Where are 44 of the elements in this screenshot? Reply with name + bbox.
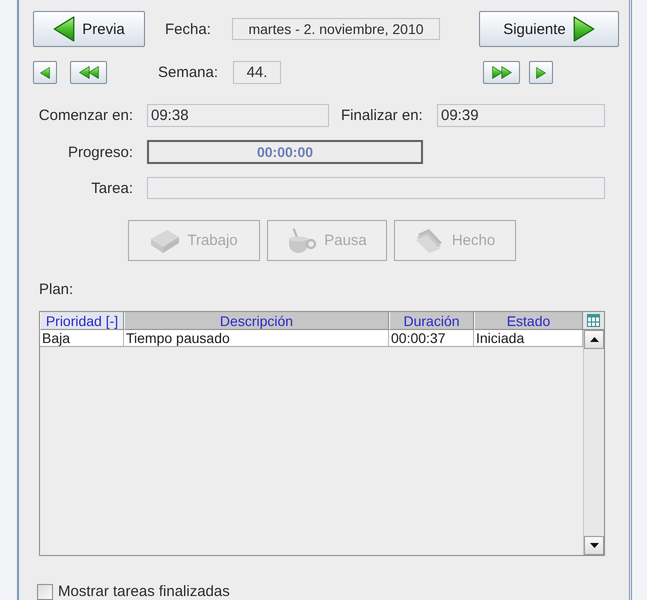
double-arrow-right-icon [492, 66, 512, 79]
caret-down-icon [590, 543, 598, 548]
scroll-down-button[interactable] [584, 536, 604, 555]
column-header[interactable]: Duración [389, 312, 474, 330]
forward-button[interactable] [529, 61, 553, 84]
arrow-right-icon [572, 16, 595, 42]
date-field: martes - 2. noviembre, 2010 [232, 18, 440, 40]
plan-label: Plan: [39, 281, 74, 298]
checkbox[interactable] [37, 584, 53, 600]
week-field: 44. [233, 61, 281, 84]
arrow-left-icon [40, 66, 50, 78]
document-stack-icon [414, 228, 445, 254]
start-time-field[interactable]: 09:38 [147, 104, 329, 127]
show-finished-label[interactable]: Mostrar tareas finalizadas [58, 583, 230, 600]
progress-label: Progreso: [68, 144, 133, 160]
scroll-up-button[interactable] [584, 330, 604, 349]
column-header[interactable]: Estado [474, 312, 583, 330]
vertical-scrollbar[interactable] [583, 330, 604, 555]
end-time-field[interactable]: 09:39 [437, 104, 605, 127]
double-arrow-left-icon [78, 66, 98, 79]
table-cell: Baja [40, 330, 124, 347]
previous-button[interactable]: Previa [33, 11, 145, 47]
next-button[interactable]: Siguiente [479, 11, 619, 47]
end-label: Finalizar en: [341, 107, 423, 124]
column-header[interactable]: Descripción [124, 312, 389, 330]
table-cell: Iniciada [474, 330, 583, 347]
table-cell: Tiempo pausado [124, 330, 389, 347]
box-icon [150, 228, 180, 254]
fast-back-button[interactable] [70, 61, 107, 84]
start-label: Comenzar en: [38, 107, 133, 124]
progress-text: 00:00:00 [256, 144, 314, 160]
caret-up-icon [590, 337, 598, 342]
task-label: Tarea: [91, 180, 133, 196]
task-field[interactable] [147, 177, 605, 199]
cup-icon [287, 228, 318, 254]
fast-forward-button[interactable] [483, 61, 520, 84]
date-label: Fecha: [165, 20, 211, 38]
week-label: Semana: [158, 64, 218, 81]
table-cell: 00:00:37 [389, 330, 474, 347]
column-header[interactable]: Prioridad [-] [40, 312, 124, 330]
arrow-left-icon [53, 16, 76, 42]
arrow-right-icon [536, 66, 546, 78]
back-button[interactable] [33, 61, 57, 84]
table-grid-icon[interactable] [587, 314, 600, 327]
